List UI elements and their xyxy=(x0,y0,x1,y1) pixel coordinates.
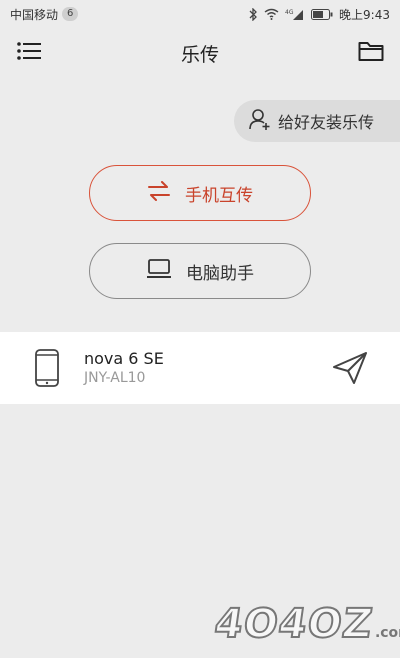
status-time: 晚上9:43 xyxy=(339,7,390,22)
list-menu-icon xyxy=(17,42,41,64)
phone-icon xyxy=(34,348,60,388)
page-title: 乐传 xyxy=(180,43,219,66)
carrier-badge: 6 xyxy=(62,7,79,21)
watermark-text: 4O4OZ xyxy=(211,600,377,648)
pc-assistant-button[interactable]: 电脑助手 xyxy=(89,243,311,299)
phone-transfer-button[interactable]: 手机互传 xyxy=(89,165,311,221)
invite-label: 给好友装乐传 xyxy=(278,113,375,132)
laptop-icon xyxy=(146,258,172,284)
send-icon[interactable] xyxy=(330,348,370,388)
network-label: 4G xyxy=(285,9,294,16)
add-user-icon xyxy=(248,107,272,135)
device-model: JNY-AL10 xyxy=(84,370,146,386)
phone-transfer-label: 手机互传 xyxy=(185,185,253,206)
watermark-logo: 4O4OZ .com xyxy=(211,598,400,650)
watermark-suffix: .com xyxy=(374,625,400,641)
folder-button[interactable] xyxy=(356,38,386,68)
bluetooth-icon xyxy=(249,7,258,21)
app-bar: 乐传 xyxy=(0,28,400,78)
device-info: nova 6 SE JNY-AL10 xyxy=(84,349,330,387)
battery-icon xyxy=(311,8,333,20)
folder-icon xyxy=(358,40,384,66)
carrier-name: 中国移动 xyxy=(10,7,59,22)
wifi-icon xyxy=(264,8,279,20)
menu-button[interactable] xyxy=(14,38,44,68)
status-bar: 中国移动 6 4G 晚上9:43 xyxy=(0,0,400,28)
pc-assistant-label: 电脑助手 xyxy=(186,263,254,284)
signal-icon: 4G xyxy=(285,8,305,21)
device-name: nova 6 SE xyxy=(84,349,164,368)
swap-arrows-icon xyxy=(147,180,171,206)
invite-friend-button[interactable]: 给好友装乐传 xyxy=(234,100,400,142)
list-item[interactable]: nova 6 SE JNY-AL10 xyxy=(0,332,400,404)
status-left: 中国移动 6 xyxy=(10,6,79,23)
status-right: 4G 晚上9:43 xyxy=(249,6,390,23)
